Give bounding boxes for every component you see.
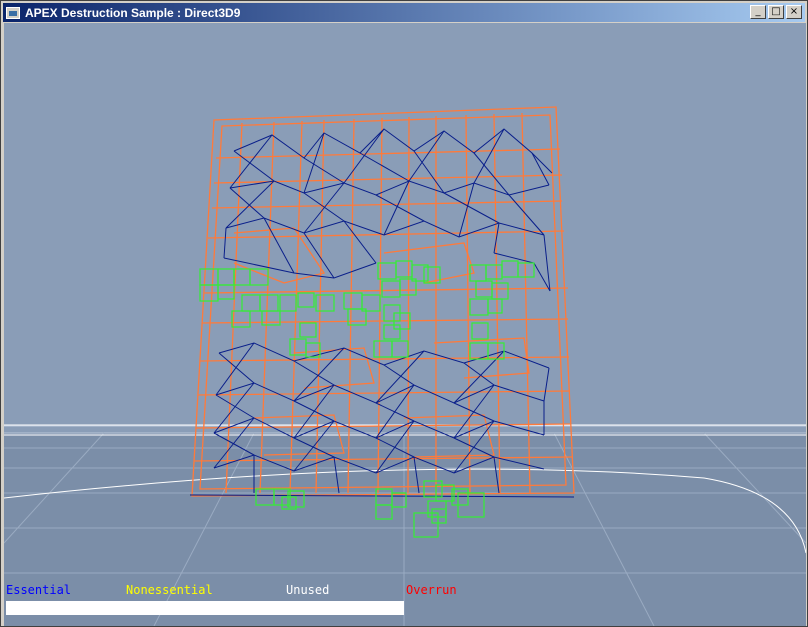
legend-unused: Unused xyxy=(286,583,330,597)
maximize-button[interactable]: □ xyxy=(768,5,784,19)
scene-canvas xyxy=(4,106,806,626)
title-bar[interactable]: APEX Destruction Sample : Direct3D9 _ □ … xyxy=(3,3,805,22)
minimize-button[interactable]: _ xyxy=(750,5,766,19)
legend-overrun: Overrun xyxy=(406,583,457,597)
window-controls: _ □ × xyxy=(750,5,802,19)
legend-nonessential: Nonessential xyxy=(126,583,213,597)
app-window: APEX Destruction Sample : Direct3D9 _ □ … xyxy=(0,0,808,627)
app-icon[interactable] xyxy=(6,6,20,19)
legend-essential: Essential xyxy=(6,583,72,597)
memory-budget-bar xyxy=(6,601,404,615)
close-button[interactable]: × xyxy=(786,5,802,19)
ground-plane xyxy=(4,433,806,626)
window-title: APEX Destruction Sample : Direct3D9 xyxy=(25,5,241,20)
render-viewport[interactable]: Essential Nonessential Unused Overrun xyxy=(4,23,806,626)
